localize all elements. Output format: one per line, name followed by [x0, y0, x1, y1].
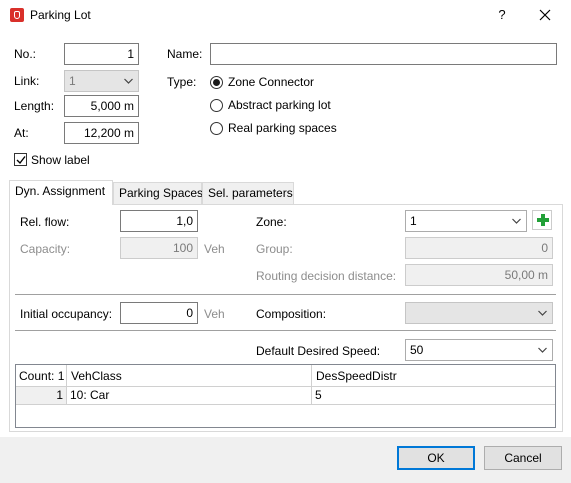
ok-button[interactable]: OK [397, 446, 475, 470]
type-label: Type: [167, 75, 197, 89]
initial-occupancy-label: Initial occupancy: [20, 307, 113, 321]
radio-indicator [210, 76, 223, 89]
dialog-footer: OK Cancel [0, 437, 571, 483]
table-header-vehclass[interactable]: VehClass [67, 365, 312, 387]
table-cell-desspeed[interactable]: 5 [312, 387, 555, 405]
table-header-desspeeddistr[interactable]: DesSpeedDistr [312, 365, 555, 387]
default-desired-speed-value: 50 [410, 343, 424, 357]
name-field[interactable] [210, 43, 557, 65]
radio-label: Real parking spaces [228, 121, 337, 135]
length-field[interactable]: 5,000 m [64, 95, 139, 117]
at-field[interactable]: 12,200 m [64, 122, 139, 144]
composition-select[interactable] [405, 302, 553, 324]
chevron-down-icon [124, 78, 133, 84]
zone-label: Zone: [256, 215, 287, 229]
radio-indicator [210, 122, 223, 135]
radio-zone-connector[interactable]: Zone Connector [210, 74, 330, 90]
close-icon [539, 9, 551, 21]
tab-dyn-assignment[interactable]: Dyn. Assignment [9, 180, 113, 205]
initial-occupancy-field[interactable]: 0 [120, 302, 198, 324]
rel-flow-label: Rel. flow: [20, 215, 70, 229]
length-label: Length: [14, 99, 55, 113]
table-header-count[interactable]: Count: 1 [16, 365, 67, 387]
show-label-checkbox[interactable] [14, 153, 27, 166]
capacity-unit: Veh [204, 242, 225, 256]
radio-label: Abstract parking lot [228, 98, 331, 112]
capacity-field: 100 [120, 237, 198, 259]
chevron-down-icon [512, 218, 521, 224]
radio-label: Zone Connector [228, 75, 315, 89]
no-field[interactable]: 1 [64, 43, 139, 65]
check-icon [16, 156, 26, 165]
link-label: Link: [14, 74, 40, 88]
separator [15, 294, 556, 295]
table-cell-vehclass[interactable]: 10: Car [67, 387, 312, 405]
chevron-down-icon [538, 347, 547, 353]
no-label: No.: [14, 47, 37, 61]
group-field: 0 [405, 237, 553, 259]
add-icon[interactable] [532, 210, 552, 230]
capacity-label: Capacity: [20, 242, 71, 256]
close-button[interactable] [530, 4, 560, 26]
table-cell-index: 1 [16, 387, 67, 405]
window-title: Parking Lot [30, 8, 91, 22]
zone-select-value: 1 [410, 214, 417, 228]
radio-real-parking-spaces[interactable]: Real parking spaces [210, 120, 350, 136]
name-label: Name: [167, 47, 203, 61]
default-desired-speed-label: Default Desired Speed: [256, 344, 381, 358]
default-desired-speed-select[interactable]: 50 [405, 339, 553, 361]
separator [15, 330, 556, 331]
initial-occupancy-unit: Veh [204, 307, 225, 321]
composition-label: Composition: [256, 307, 327, 321]
help-button[interactable]: ? [490, 4, 514, 26]
zone-select[interactable]: 1 [405, 210, 527, 232]
speed-distribution-table[interactable]: Count: 1 VehClass DesSpeedDistr 1 10: Ca… [15, 364, 556, 428]
link-select[interactable]: 1 [64, 70, 139, 92]
show-label-text: Show label [31, 153, 90, 167]
radio-abstract-parking-lot[interactable]: Abstract parking lot [210, 97, 350, 113]
group-label: Group: [256, 242, 293, 256]
app-logo-icon [10, 8, 24, 22]
cancel-button[interactable]: Cancel [484, 446, 562, 470]
chevron-down-icon [538, 310, 547, 316]
at-label: At: [14, 126, 29, 140]
link-select-value: 1 [69, 74, 76, 88]
radio-indicator [210, 99, 223, 112]
title-bar: Parking Lot ? [0, 0, 571, 31]
routing-distance-label: Routing decision distance: [256, 269, 397, 283]
tab-sel-parameters[interactable]: Sel. parameters [202, 182, 294, 204]
routing-distance-field: 50,00 m [405, 264, 553, 286]
tab-parking-spaces[interactable]: Parking Spaces [113, 182, 203, 204]
rel-flow-field[interactable]: 1,0 [120, 210, 198, 232]
